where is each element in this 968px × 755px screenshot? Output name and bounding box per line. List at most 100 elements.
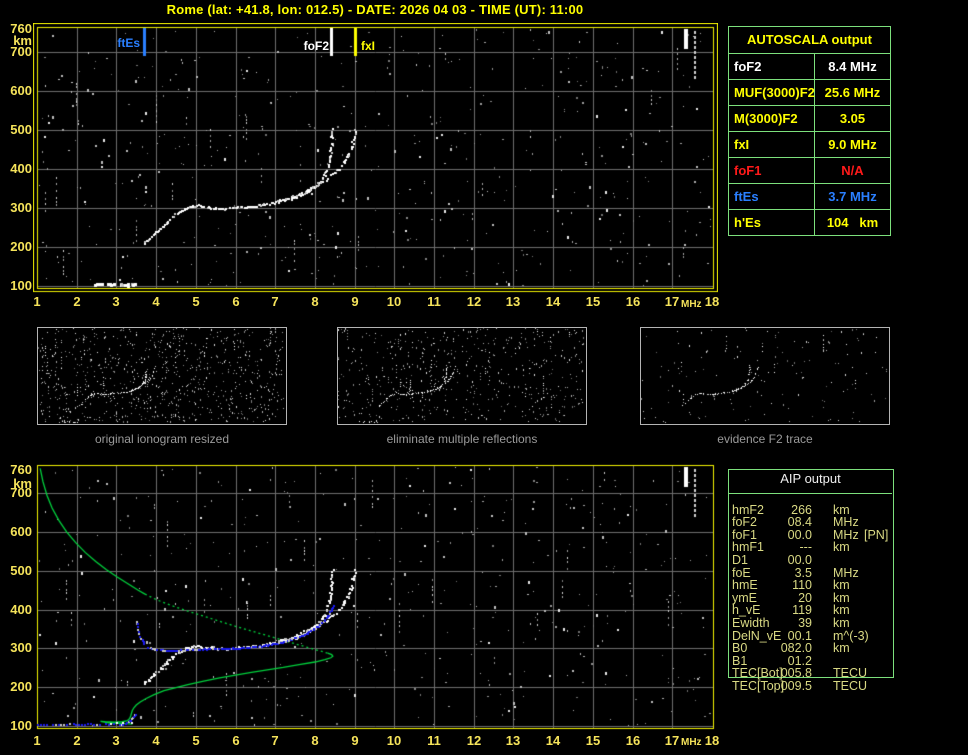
panel-caption-evidence: evidence F2 trace xyxy=(717,432,813,446)
parameter-label: MUF(3000)F2 xyxy=(729,80,815,105)
autoscala-row-hes: h'Es 104 km xyxy=(729,210,890,235)
botX-tick: 11 xyxy=(427,733,441,748)
botX-tick: 15 xyxy=(585,733,601,748)
bottom-plot-x-unit: MHz xyxy=(681,737,702,748)
aip-unit: km xyxy=(833,641,850,656)
aip-value: 009.5 xyxy=(780,678,812,693)
topX-tick: 12 xyxy=(466,294,482,309)
parameter-label: M(3000)F2 xyxy=(729,106,815,131)
botX-tick: 1 xyxy=(33,733,41,748)
fof2-marker-label: foF2 xyxy=(303,39,329,53)
aip-unit: km xyxy=(833,615,850,630)
botX-tick: 13 xyxy=(505,733,521,748)
botX-tick: 3 xyxy=(112,733,120,748)
botX-tick: 6 xyxy=(232,733,240,748)
parameter-label: foF1 xyxy=(729,158,815,183)
topX-tick: 9 xyxy=(351,294,359,309)
botY-tick: 400 xyxy=(10,602,32,617)
aip-note: [PN] xyxy=(864,527,889,542)
aip-row-d1: D1 00.0 xyxy=(728,552,894,567)
botX-tick: 14 xyxy=(545,733,561,748)
topX-tick: 15 xyxy=(585,294,601,309)
ftes-marker-label: ftEs xyxy=(117,36,140,50)
botX-tick: 4 xyxy=(152,733,160,748)
autoscala-table-header: AUTOSCALA output xyxy=(729,27,890,54)
panel-eliminate-reflections xyxy=(337,327,587,425)
panel-caption-eliminate: eliminate multiple reflections xyxy=(386,432,538,446)
fxi-marker-label: fxI xyxy=(361,39,376,53)
parameter-label: foF2 xyxy=(729,54,815,79)
autoscala-row-fof2: foF2 8.4 MHz xyxy=(729,54,890,80)
parameter-value: 3.05 xyxy=(839,111,866,126)
topX-tick: 1 xyxy=(33,294,41,309)
parameter-value: 25.6 MHz xyxy=(824,85,881,100)
botX-tick: 10 xyxy=(386,733,402,748)
recorded-ionogram-plot xyxy=(33,23,718,295)
botY-tick: 760 xyxy=(10,462,32,477)
topX-tick: 14 xyxy=(545,294,561,309)
botX-tick: 9 xyxy=(351,733,359,748)
aip-output-table: AIP output hmF2 266 km foF2 08.4 MHz foF1 00.0 M… xyxy=(728,469,894,709)
parameter-label: fxI xyxy=(729,132,815,157)
botX-tick: 7 xyxy=(271,733,279,748)
aip-value: 39 xyxy=(798,615,812,630)
autoscala-row-muf3000f2: MUF(3000)F2 25.6 MHz xyxy=(729,80,890,106)
parameter-value: 9.0 MHz xyxy=(828,137,877,152)
panel-original-ionogram xyxy=(37,327,287,425)
aip-row-tectop: TEC[Top] 009.5 TECU xyxy=(728,678,894,693)
autoscala-window: { "window": { "title": "Rome (lat: +41.8… xyxy=(0,0,968,755)
botX-tick: 12 xyxy=(466,733,482,748)
aip-value: 00.0 xyxy=(787,552,812,567)
botX-tick: 16 xyxy=(625,733,641,748)
autoscala-row-m3000f2: M(3000)F2 3.05 xyxy=(729,106,890,132)
botY-tick: 600 xyxy=(10,524,32,539)
autoscala-row-ftes: ftEs 3.7 MHz xyxy=(729,184,890,210)
topX-tick: 5 xyxy=(192,294,200,309)
botX-tick: 5 xyxy=(192,733,200,748)
topX-tick: 10 xyxy=(386,294,402,309)
aip-table-header: AIP output xyxy=(780,471,841,486)
top-plot-x-unit: MHz xyxy=(681,299,702,310)
topX-tick: 7 xyxy=(271,294,279,309)
aip-header-divider xyxy=(728,493,892,494)
botY-tick: 300 xyxy=(10,640,32,655)
topX-tick: 6 xyxy=(232,294,240,309)
topX-tick: 3 xyxy=(112,294,120,309)
autoscala-row-fxi: fxI 9.0 MHz xyxy=(729,132,890,158)
topX-tick: 13 xyxy=(505,294,521,309)
aip-row-ewidth: Ewidth 39 km xyxy=(728,615,894,630)
topX-tick: 4 xyxy=(152,294,160,309)
parameter-value: N/A xyxy=(841,163,864,178)
topX-tick: 2 xyxy=(73,294,81,309)
topX-tick: 16 xyxy=(625,294,641,309)
panel-evidence-f2-trace xyxy=(640,327,890,425)
aip-label: D1 xyxy=(732,552,748,567)
botY-tick: 200 xyxy=(10,679,32,694)
topY-tick: 200 xyxy=(10,239,32,254)
page-title: Rome (lat: +41.8, lon: 012.5) - DATE: 20… xyxy=(166,2,584,17)
autoscala-row-fof1: foF1 N/A xyxy=(729,158,890,184)
parameter-value: 8.4 MHz xyxy=(828,59,877,74)
topX-tick: 8 xyxy=(311,294,319,309)
aip-unit: km xyxy=(833,540,850,555)
top-plot-y-unit: km xyxy=(13,33,32,48)
profile-ionogram-plot xyxy=(33,461,718,736)
bottom-plot-y-unit: km xyxy=(13,476,32,491)
parameter-value: 3.7 MHz xyxy=(828,189,877,204)
botY-tick: 500 xyxy=(10,563,32,578)
panel-caption-original: original ionogram resized xyxy=(94,432,230,446)
botX-tick: 2 xyxy=(73,733,81,748)
topY-tick: 600 xyxy=(10,83,32,98)
topY-tick: 100 xyxy=(10,278,32,293)
topX-tick: 11 xyxy=(427,294,441,309)
botX-tick: 8 xyxy=(311,733,319,748)
aip-unit: TECU xyxy=(833,678,868,693)
parameter-label: h'Es xyxy=(729,210,815,235)
topY-tick: 400 xyxy=(10,161,32,176)
topY-tick: 300 xyxy=(10,200,32,215)
parameter-value: 104 km xyxy=(826,215,879,230)
topY-tick: 500 xyxy=(10,122,32,137)
autoscala-output-table: AUTOSCALA output foF2 8.4 MHz MUF(3000)F2 2… xyxy=(728,26,891,236)
parameter-label: ftEs xyxy=(729,184,815,209)
botY-tick: 100 xyxy=(10,718,32,733)
